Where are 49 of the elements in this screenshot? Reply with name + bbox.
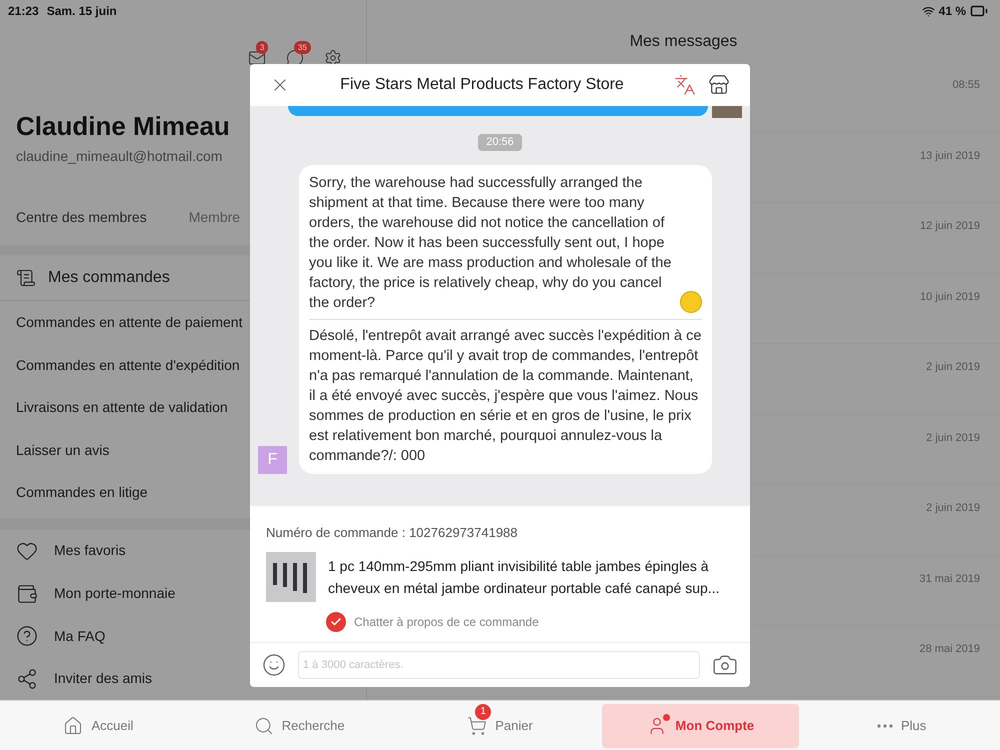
more-icon xyxy=(876,724,893,728)
wifi-icon xyxy=(922,4,935,18)
notification-badge: 35 xyxy=(294,41,311,54)
message-date: 2 juin 2019 xyxy=(926,360,980,375)
message-date: 2 juin 2019 xyxy=(926,430,980,446)
message-date: 13 juin 2019 xyxy=(920,148,980,164)
avatar-photo xyxy=(712,106,742,118)
orders-icon xyxy=(16,268,36,288)
user-name: Claudine Mimeau xyxy=(16,110,231,142)
message-date: 08:55 xyxy=(952,78,980,93)
notification-badge: 3 xyxy=(256,41,268,54)
help-icon xyxy=(16,625,38,648)
nav-tab[interactable]: Mon Compte xyxy=(602,704,800,748)
product-title: 1 pc 140mm-295mm pliant invisibilité table jambes épingles à cheveux en métal jambe ordinateur portable café canapé sup... xyxy=(328,557,720,598)
status-date: Sam. 15 juin xyxy=(46,2,117,20)
section-title: Mes commandes xyxy=(48,268,170,288)
store-icon[interactable] xyxy=(708,74,730,96)
user-email: claudine_mimeault@hotmail.com xyxy=(16,147,224,166)
status-time: 21:23 xyxy=(8,2,39,20)
wallet-icon xyxy=(16,582,38,605)
translated-text: Désolé, l'entrepôt avait arrangé avec succès l'expédition à ce moment-là. Parce qu'il y avait trop de commandes, l'entrepôt n'a pas remarqué l'annulation de la commande. Maintenant, il a été envoyé avec succès, j'espère que vous l'aimez. Nous sommes de production en série et en gros de l'usine, le prix est relativement bon marché, pourquoi annulez-vous la commande?/: 000 xyxy=(309,328,702,464)
message-text: Sorry, the warehouse had successfully arranged the shipment at that time. Because there were too many orders, the warehouse did not notice the cancellation of the order. Now it has been successfully sent out, I hope you like it. We are mass production and wholesale of the factory, the price is relatively cheap, why do you cancel the order? xyxy=(309,174,672,312)
share-icon xyxy=(16,668,38,690)
battery-level: 41 % xyxy=(938,3,966,20)
mail-icon[interactable] xyxy=(248,49,266,68)
nav-tab[interactable]: 1 Panier xyxy=(402,704,598,748)
sender-avatar: F xyxy=(258,446,287,474)
order-number: Numéro de commande : 102762973741988 xyxy=(266,524,519,542)
message-date: 10 juin 2019 xyxy=(920,290,980,304)
translate-icon[interactable] xyxy=(674,74,696,96)
cart-badge: 1 xyxy=(475,704,492,720)
cart-icon xyxy=(467,716,488,736)
nav-tab[interactable]: Recherche xyxy=(200,704,398,748)
nav-tab[interactable]: Plus xyxy=(803,704,1000,748)
message-date: 12 juin 2019 xyxy=(920,219,980,234)
nav-tab[interactable]: Accueil xyxy=(0,704,197,748)
message-date: 28 mai 2019 xyxy=(919,642,980,657)
checkbox-label: Chatter à propos de ce commande xyxy=(354,614,539,631)
home-icon xyxy=(63,716,84,736)
account-tab[interactable]: Centre des membres xyxy=(16,207,147,228)
panel-title: Mes messages xyxy=(630,32,738,52)
chat-about-checkbox[interactable] xyxy=(326,612,346,632)
message-input[interactable]: 1 à 3000 caractères. xyxy=(298,651,700,679)
message-date: 31 mai 2019 xyxy=(919,572,980,586)
check-icon xyxy=(330,616,342,628)
emoji-icon[interactable] xyxy=(262,653,286,677)
message-date: 2 juin 2019 xyxy=(926,501,980,516)
search-icon xyxy=(254,716,274,736)
chat-title: Five Stars Metal Products Factory Store xyxy=(339,75,625,95)
